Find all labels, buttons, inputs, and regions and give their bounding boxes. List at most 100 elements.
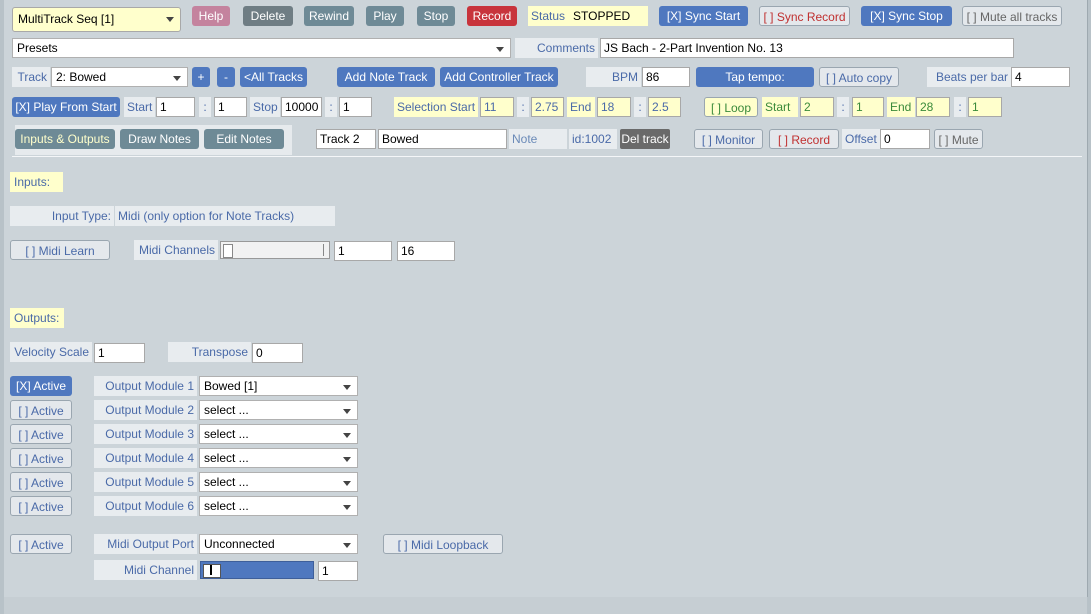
stop-bar-input[interactable]: 10000 (281, 97, 322, 117)
delete-track-button[interactable]: Del track (620, 129, 670, 149)
midi-channel-slider-handle[interactable] (203, 564, 221, 578)
section-divider (12, 156, 1082, 157)
tap-tempo-button[interactable]: Tap tempo: (696, 67, 814, 87)
outputs-heading: Outputs: (10, 308, 64, 328)
tab-draw-notes[interactable]: Draw Notes (120, 129, 199, 149)
instrument-name-input[interactable]: Bowed (378, 129, 507, 149)
module-3-active-toggle[interactable]: [ ] Active (10, 424, 72, 444)
rewind-button[interactable]: Rewind (304, 6, 354, 26)
output-module-5-select[interactable]: select ... (199, 472, 358, 492)
module-5-active-toggle[interactable]: [ ] Active (10, 472, 72, 492)
loop-end-bar-input[interactable]: 28 (916, 97, 950, 117)
module-1-active-toggle[interactable]: [X] Active (10, 376, 72, 396)
delete-button[interactable]: Delete (243, 6, 293, 26)
tab-edit-notes[interactable]: Edit Notes (204, 129, 284, 149)
module-4-active-toggle[interactable]: [ ] Active (10, 448, 72, 468)
midi-channel-high-input[interactable]: 16 (397, 241, 455, 261)
bpm-input[interactable]: 86 (642, 67, 690, 87)
track-name-input[interactable]: Track 2 (316, 129, 376, 149)
chevron-down-icon (343, 385, 351, 390)
chevron-down-icon (343, 505, 351, 510)
stop-button[interactable]: Stop (417, 6, 455, 26)
midi-channel-label: Midi Channel (94, 560, 197, 580)
velocity-scale-label: Velocity Scale (10, 342, 92, 362)
input-type-value: Midi (only option for Note Tracks) (115, 206, 335, 226)
midi-loopback-toggle[interactable]: [ ] Midi Loopback (383, 534, 503, 554)
selection-end-beat-input[interactable]: 2.5 (648, 97, 681, 117)
output-module-1-value: Bowed [1] (204, 379, 258, 393)
play-from-start-toggle[interactable]: [X] Play From Start (12, 97, 120, 117)
stop-beat-input[interactable]: 1 (339, 97, 372, 117)
chevron-down-icon (343, 409, 351, 414)
selection-end-colon: : (634, 97, 646, 117)
track-type-label: Note (509, 129, 567, 149)
midi-channels-high-handle[interactable] (323, 244, 324, 256)
loop-start-label: Start (762, 97, 798, 117)
play-button[interactable]: Play (366, 6, 404, 26)
selection-end-bar-input[interactable]: 18 (597, 97, 631, 117)
loop-start-beat-input[interactable]: 1 (852, 97, 884, 117)
midi-channel-input[interactable]: 1 (318, 561, 358, 581)
presets-select[interactable]: Presets (12, 38, 511, 58)
start-colon: : (199, 97, 211, 117)
midi-channels-range-slider[interactable] (220, 241, 330, 259)
sync-stop-toggle[interactable]: [X] Sync Stop (861, 6, 952, 26)
output-module-6-select[interactable]: select ... (199, 496, 358, 516)
track-record-toggle[interactable]: [ ] Record (769, 129, 839, 149)
output-module-1-select[interactable]: Bowed [1] (199, 376, 358, 396)
chevron-down-icon (173, 76, 181, 81)
mute-all-toggle[interactable]: [ ] Mute all tracks (962, 6, 1062, 26)
offset-input[interactable]: 0 (880, 129, 930, 149)
midi-channel-slider[interactable] (200, 561, 314, 579)
midi-channels-low-handle[interactable] (223, 244, 233, 258)
app-window: MultiTrack Seq [1] Help Delete Rewind Pl… (4, 0, 1088, 597)
comments-label: Comments (515, 38, 598, 58)
sync-start-toggle[interactable]: [X] Sync Start (659, 6, 748, 26)
midi-channel-low-input[interactable]: 1 (334, 241, 392, 261)
midi-learn-toggle[interactable]: [ ] Midi Learn (10, 240, 110, 260)
output-module-2-select[interactable]: select ... (199, 400, 358, 420)
output-module-4-select[interactable]: select ... (199, 448, 358, 468)
track-select-text: 2: Bowed (56, 70, 107, 84)
output-module-3-select[interactable]: select ... (199, 424, 358, 444)
module-2-active-toggle[interactable]: [ ] Active (10, 400, 72, 420)
slider-caret (210, 565, 212, 575)
remove-track-minus-button[interactable]: - (217, 67, 235, 87)
chevron-down-icon (343, 457, 351, 462)
start-bar-input[interactable]: 1 (156, 97, 195, 117)
output-module-3-value: select ... (204, 427, 249, 441)
monitor-toggle[interactable]: [ ] Monitor (694, 129, 763, 149)
loop-end-beat-input[interactable]: 1 (968, 97, 1002, 117)
beats-per-bar-input[interactable]: 4 (1011, 67, 1070, 87)
start-beat-input[interactable]: 1 (214, 97, 247, 117)
add-controller-track-button[interactable]: Add Controller Track (440, 67, 558, 87)
track-select[interactable]: 2: Bowed (51, 67, 188, 87)
midi-output-active-toggle[interactable]: [ ] Active (10, 534, 72, 554)
status-value: STOPPED (570, 6, 648, 26)
add-note-track-button[interactable]: Add Note Track (337, 67, 435, 87)
output-module-5-value: select ... (204, 475, 249, 489)
loop-toggle[interactable]: [ ] Loop (704, 97, 758, 117)
loop-start-bar-input[interactable]: 2 (800, 97, 834, 117)
all-tracks-button[interactable]: <All Tracks (240, 67, 307, 87)
help-button[interactable]: Help (192, 6, 230, 26)
output-module-4-label: Output Module 4 (94, 448, 197, 468)
selection-start-bar-input[interactable]: 11 (480, 97, 514, 117)
tab-inputs-outputs[interactable]: Inputs & Outputs (15, 129, 115, 149)
input-type-label: Input Type: (10, 206, 114, 226)
record-button[interactable]: Record (467, 6, 517, 26)
auto-copy-toggle[interactable]: [ ] Auto copy (819, 67, 899, 87)
bpm-label: BPM (586, 67, 641, 87)
velocity-scale-input[interactable]: 1 (94, 343, 145, 363)
transpose-input[interactable]: 0 (252, 343, 303, 363)
module-6-active-toggle[interactable]: [ ] Active (10, 496, 72, 516)
mute-toggle[interactable]: [ ] Mute (934, 129, 983, 149)
module-title-select[interactable]: MultiTrack Seq [1] (12, 7, 181, 32)
module-title-text: MultiTrack Seq [1] (18, 12, 115, 26)
stop-label: Stop (250, 97, 280, 117)
add-track-plus-button[interactable]: + (192, 67, 210, 87)
midi-output-port-select[interactable]: Unconnected (199, 534, 358, 554)
selection-start-beat-input[interactable]: 2.75 (531, 97, 564, 117)
sync-record-toggle[interactable]: [ ] Sync Record (759, 6, 850, 26)
comments-input[interactable]: JS Bach - 2-Part Invention No. 13 (600, 38, 1014, 58)
